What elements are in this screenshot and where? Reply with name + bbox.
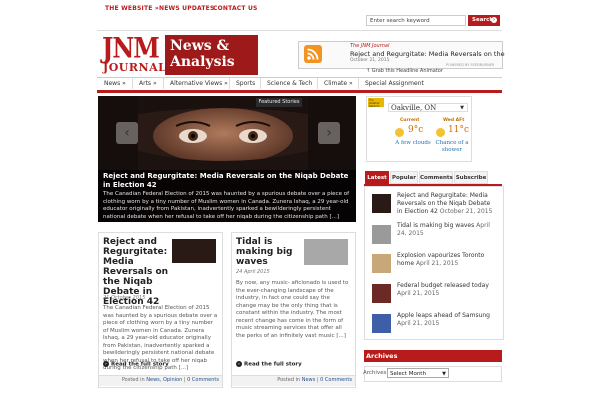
nav-special-assignment[interactable]: Special Assignment	[365, 80, 424, 87]
partly-cloudy-icon	[395, 128, 404, 137]
list-item[interactable]: Explosion vapourizes Toronto home April …	[397, 252, 497, 268]
recent-date: April 21, 2015	[397, 320, 440, 327]
topnav-updates-link[interactable]: NEWS UPDATES	[159, 5, 215, 12]
weather-forecast-label: Wed AFt	[443, 118, 465, 123]
grab-headline-link[interactable]: ↑ Grab this Headline Animator	[366, 68, 443, 74]
weather-current-desc: A few clouds	[395, 140, 431, 146]
tab-popular[interactable]: Popular	[390, 171, 418, 184]
site-logo[interactable]: JNM JOURNAL	[102, 31, 166, 77]
logo-news-analysis: News & Analysis	[165, 35, 258, 75]
nav-arts[interactable]: Arts »	[139, 80, 157, 87]
chevron-down-icon: ▼	[460, 105, 464, 111]
archives-month-select[interactable]: Select Month ▼	[387, 368, 449, 378]
search-input[interactable]: Enter search keyword	[366, 15, 466, 26]
post-comments-link[interactable]: 0 Comments	[187, 377, 219, 383]
nav-sports[interactable]: Sports	[236, 80, 255, 87]
arrow-right-icon: ›	[103, 361, 109, 367]
list-item[interactable]: Federal budget released today April 21, …	[397, 282, 497, 298]
post-categories[interactable]: News	[302, 377, 316, 383]
list-item[interactable]: Reject and Regurgitate: Media Reversals …	[397, 192, 497, 216]
post-title[interactable]: Tidal is making big waves	[236, 237, 300, 267]
featured-title[interactable]: Reject and Regurgitate: Media Reversals …	[103, 172, 353, 190]
posted-in-label: Posted in	[121, 377, 145, 383]
recent-date: April 21, 2015	[397, 290, 440, 297]
rss-icon	[304, 45, 322, 63]
read-more-link[interactable]: › Read the full story	[103, 361, 169, 368]
featured-stories-label: Featured Stories	[256, 98, 302, 107]
recent-thumbnail[interactable]	[372, 194, 391, 213]
partly-cloudy-icon	[436, 128, 445, 137]
logo-jnm-text: JNM	[102, 31, 160, 65]
post-thumbnail[interactable]	[172, 239, 216, 263]
weather-forecast-desc: Chance of a shower	[435, 140, 469, 153]
nav-climate[interactable]: Climate »	[324, 80, 353, 87]
weather-current-label: Current	[400, 118, 420, 123]
archives-heading: Archives	[364, 350, 502, 362]
feed-date: October 21, 2015	[350, 58, 390, 63]
arrow-left-icon: ‹	[124, 125, 130, 141]
tab-latest[interactable]: Latest	[365, 171, 389, 184]
recent-thumbnail[interactable]	[372, 284, 391, 303]
slider-next-button[interactable]: ›	[318, 122, 340, 144]
topnav-contact-link[interactable]: CONTACT US	[213, 5, 258, 12]
feed-headline[interactable]: Reject and Regurgitate: Media Reversals …	[350, 50, 505, 58]
posted-in-label: Posted in	[277, 377, 301, 383]
archives-label: Archives	[363, 370, 387, 376]
read-more-label: Read the full story	[244, 361, 302, 368]
post-meta: Posted in News, Opinion | 0 Comments	[121, 377, 219, 383]
recent-thumbnail[interactable]	[372, 225, 391, 244]
list-item[interactable]: Apple leaps ahead of Samsung April 21, 2…	[397, 312, 497, 328]
logo-line2: Analysis	[170, 54, 235, 70]
weather-network-logo[interactable]: The Weather Network	[368, 98, 384, 108]
nav-science-tech[interactable]: Science & Tech	[267, 80, 312, 87]
post-thumbnail[interactable]	[304, 239, 348, 265]
featured-excerpt: The Canadian Federal Election of 2015 wa…	[103, 191, 350, 220]
topnav-website-link[interactable]: THE WEBSITE »	[105, 5, 159, 12]
logo-line1: News &	[170, 38, 230, 54]
tab-subscribe[interactable]: Subscribe	[454, 171, 488, 184]
weather-city-select[interactable]: Oakville, ON ▼	[388, 103, 468, 112]
recent-title[interactable]: Tidal is making big waves	[397, 222, 474, 229]
nav-alternative-views[interactable]: Alternative Views »	[170, 80, 228, 87]
weather-forecast-temp: 11°c	[448, 125, 469, 135]
recent-thumbnail[interactable]	[372, 314, 391, 333]
weather-current-temp: 9°c	[408, 125, 424, 135]
post-excerpt: By now, any music- aficionado is used to…	[236, 280, 349, 339]
recent-date: April 21, 2015	[415, 260, 459, 267]
logo-journal-text: JOURNAL	[103, 61, 167, 74]
recent-title[interactable]: Apple leaps ahead of Samsung	[397, 312, 490, 319]
arrow-right-icon: ›	[236, 361, 242, 367]
post-date: 21 October 2015	[103, 295, 146, 301]
recent-date: October 21, 2015	[439, 208, 493, 215]
feed-site-name: The JNM Journal	[350, 43, 390, 49]
recent-title[interactable]: Federal budget released today	[397, 282, 489, 289]
archives-select-value: Select Month	[390, 371, 426, 377]
nav-news[interactable]: News »	[104, 80, 126, 87]
list-item[interactable]: Tidal is making big waves April 24, 2015	[397, 222, 497, 238]
post-comments-link[interactable]: 0 Comments	[320, 377, 352, 383]
post-date: 24 April 2015	[236, 269, 270, 275]
chevron-down-icon: ▼	[442, 371, 446, 377]
feed-powered-by: POWERED BY FEEDBURNER	[446, 63, 495, 67]
arrow-right-icon: ›	[326, 125, 332, 141]
slider-prev-button[interactable]: ‹	[116, 122, 138, 144]
post-categories[interactable]: News, Opinion	[146, 377, 182, 383]
arrow-right-icon: ›	[491, 17, 497, 23]
tab-comments[interactable]: Comments	[419, 171, 453, 184]
read-more-link[interactable]: › Read the full story	[236, 361, 302, 368]
post-meta: Posted in News | 0 Comments	[277, 377, 352, 383]
read-more-label: Read the full story	[111, 361, 169, 368]
search-button[interactable]: Search ›	[468, 15, 500, 26]
recent-thumbnail[interactable]	[372, 254, 391, 273]
weather-city: Oakville, ON	[391, 104, 437, 112]
